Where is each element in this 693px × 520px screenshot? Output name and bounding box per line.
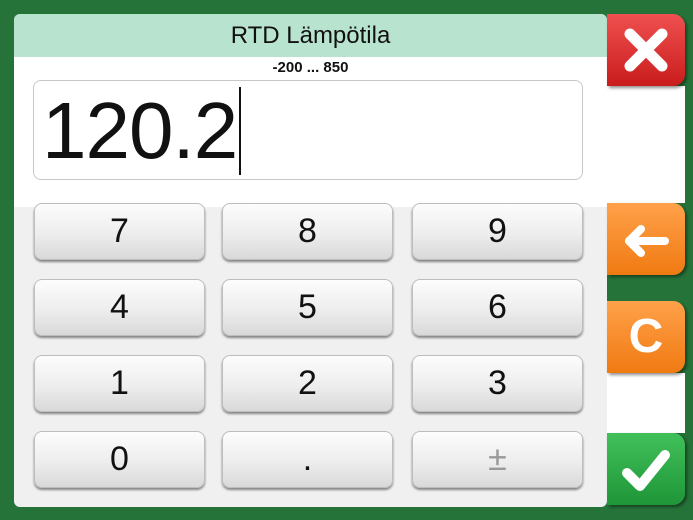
key-7[interactable]: 7 — [34, 203, 205, 260]
dialog-title: RTD Lämpötila — [14, 14, 607, 57]
ok-button[interactable] — [607, 433, 685, 505]
key-3[interactable]: 3 — [412, 355, 583, 412]
key-decimal[interactable]: . — [222, 431, 393, 488]
backspace-button[interactable] — [607, 203, 685, 275]
key-6[interactable]: 6 — [412, 279, 583, 336]
side-panel-bottom — [607, 373, 685, 433]
key-1[interactable]: 1 — [34, 355, 205, 412]
key-9[interactable]: 9 — [412, 203, 583, 260]
value-text: 120.2 — [42, 87, 242, 175]
key-8[interactable]: 8 — [222, 203, 393, 260]
side-panel-top — [607, 86, 685, 203]
close-icon — [624, 28, 668, 72]
clear-button[interactable]: C — [607, 301, 685, 373]
value-input[interactable]: 120.2 — [33, 80, 583, 180]
check-icon — [622, 450, 670, 491]
key-plus-minus[interactable]: ± — [412, 431, 583, 488]
close-button[interactable] — [607, 14, 685, 86]
range-label: -200 ... 850 — [272, 59, 349, 76]
key-4[interactable]: 4 — [34, 279, 205, 336]
key-5[interactable]: 5 — [222, 279, 393, 336]
text-caret — [239, 87, 242, 175]
clear-label: C — [628, 310, 664, 363]
arrow-left-icon — [625, 225, 669, 257]
key-0[interactable]: 0 — [34, 431, 205, 488]
key-2[interactable]: 2 — [222, 355, 393, 412]
